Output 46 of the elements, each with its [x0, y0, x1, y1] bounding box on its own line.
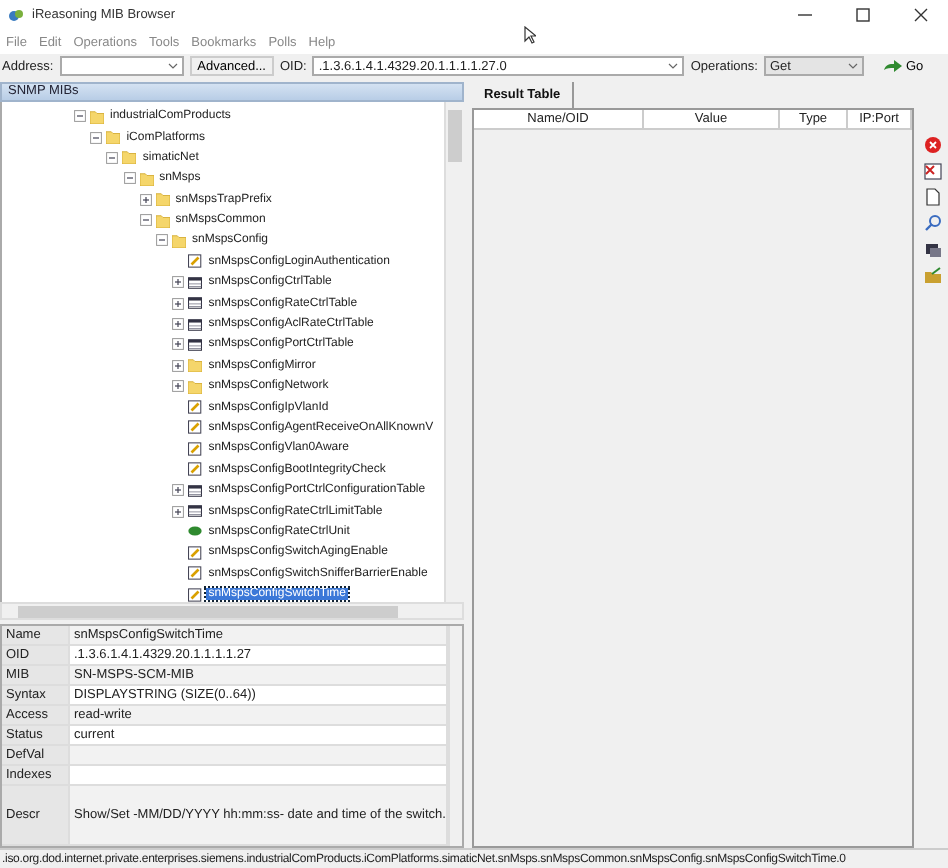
dropdown-caret-icon [167, 62, 178, 70]
expand-icon[interactable] [172, 297, 185, 310]
pencil-page-icon [188, 441, 203, 456]
table-icon [188, 504, 203, 519]
minimize-icon[interactable] [798, 8, 812, 22]
search-icon[interactable] [924, 214, 942, 232]
collapse-icon[interactable] [90, 131, 103, 144]
export-icon[interactable] [924, 266, 942, 284]
folders-icon[interactable] [924, 240, 942, 258]
expand-icon[interactable] [172, 359, 185, 372]
arrow-icon [883, 59, 902, 73]
expand-icon[interactable] [172, 484, 185, 497]
table-icon [188, 317, 203, 332]
table-icon [188, 275, 203, 290]
collapse-icon[interactable] [123, 172, 136, 185]
pencil-page-icon [188, 254, 203, 269]
horizontal-scrollbar[interactable] [0, 602, 464, 620]
pencil-page-icon [188, 400, 203, 415]
leaf-icon [188, 524, 203, 539]
table-delete-icon[interactable] [924, 162, 942, 180]
pencil-page-icon [188, 545, 203, 560]
delete-icon[interactable] [924, 136, 942, 154]
dropdown-caret-icon [668, 62, 679, 70]
page-icon[interactable] [924, 188, 942, 206]
app-icon [8, 7, 24, 23]
pencil-page-icon [188, 462, 203, 477]
collapse-icon[interactable] [156, 234, 168, 247]
expand-icon[interactable] [139, 193, 152, 206]
close-icon[interactable] [914, 8, 928, 22]
table-icon [188, 483, 203, 498]
expand-icon[interactable] [172, 276, 185, 289]
collapse-icon[interactable] [106, 151, 119, 164]
pencil-page-icon [188, 420, 203, 435]
collapse-icon[interactable] [74, 110, 86, 123]
maximize-icon[interactable] [856, 8, 870, 22]
expand-icon[interactable] [172, 380, 185, 393]
expand-icon[interactable] [172, 338, 185, 351]
expand-icon[interactable] [172, 505, 185, 518]
vertical-scrollbar[interactable] [444, 101, 464, 603]
expand-icon[interactable] [172, 318, 185, 331]
table-icon [188, 296, 203, 311]
collapse-icon[interactable] [139, 214, 152, 227]
address-field[interactable] [59, 56, 184, 76]
pencil-page-icon [188, 566, 203, 581]
dropdown-caret-icon [847, 62, 858, 70]
table-icon [188, 337, 203, 352]
